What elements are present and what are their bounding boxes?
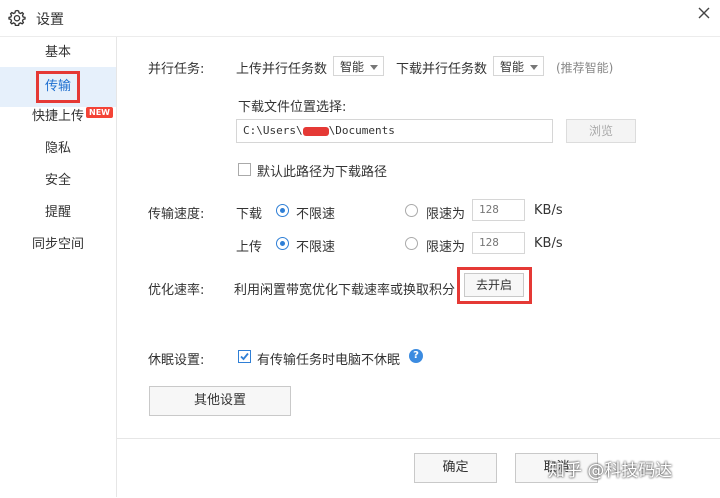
ok-button[interactable]: 确定 xyxy=(414,453,497,483)
download-path-input[interactable]: C:\Users\ \Documents xyxy=(236,119,553,143)
sidebar-item-label: 同步空间 xyxy=(31,237,84,252)
gear-icon xyxy=(8,9,26,27)
title-bar: 设置 xyxy=(0,0,720,37)
upload-unlimited-radio[interactable] xyxy=(276,237,289,250)
download-parallel-value: 智能 xyxy=(500,60,525,74)
download-unlimited-radio[interactable] xyxy=(276,204,289,217)
no-sleep-checkbox[interactable] xyxy=(238,350,251,363)
help-icon[interactable]: ? xyxy=(409,349,423,363)
close-icon[interactable] xyxy=(694,3,714,23)
download-unlimited-label: 不限速 xyxy=(296,207,336,222)
download-limit-input[interactable]: 128 xyxy=(472,199,525,221)
parallel-tasks-label: 并行任务: xyxy=(148,62,205,77)
sidebar-item-reminder[interactable]: 提醒 xyxy=(0,197,116,229)
default-path-checkbox[interactable] xyxy=(238,163,251,176)
watermark: 知乎 @科技码达 xyxy=(548,461,673,481)
sidebar-item-quick-upload[interactable]: 快捷上传 NEW xyxy=(0,101,116,133)
sidebar-item-label: 安全 xyxy=(44,173,71,188)
download-limit-label: 限速为 xyxy=(426,207,466,222)
sidebar-item-label: 基本 xyxy=(44,45,71,60)
sidebar-item-privacy[interactable]: 隐私 xyxy=(0,133,116,165)
upload-parallel-value: 智能 xyxy=(340,60,365,74)
optimize-description: 利用闲置带宽优化下载速率或换取积分 xyxy=(234,283,456,298)
new-badge: NEW xyxy=(86,107,113,118)
sidebar: 基本 传输 快捷上传 NEW 隐私 安全 提醒 同步空间 xyxy=(0,37,117,497)
path-suffix: \Documents xyxy=(328,124,395,137)
enable-optimize-button[interactable]: 去开启 xyxy=(464,273,524,297)
window-title: 设置 xyxy=(36,12,64,28)
upload-limit-label: 限速为 xyxy=(426,240,466,255)
download-parallel-select[interactable]: 智能 xyxy=(493,56,544,76)
parallel-hint: (推荐智能) xyxy=(556,61,614,75)
upload-parallel-select[interactable]: 智能 xyxy=(333,56,384,76)
sleep-settings-label: 休眠设置: xyxy=(148,353,205,368)
default-path-label: 默认此路径为下载路径 xyxy=(257,165,388,180)
sidebar-item-basic[interactable]: 基本 xyxy=(0,37,116,69)
upload-limit-input[interactable]: 128 xyxy=(472,232,525,254)
sidebar-item-label: 传输 xyxy=(35,71,80,103)
upload-limit-radio[interactable] xyxy=(405,237,418,250)
sidebar-item-label: 快捷上传 xyxy=(31,109,84,124)
other-settings-button[interactable]: 其他设置 xyxy=(149,386,291,416)
upload-speed-label: 上传 xyxy=(236,240,263,255)
chevron-down-icon xyxy=(530,65,538,70)
upload-unlimited-label: 不限速 xyxy=(296,240,336,255)
chevron-down-icon xyxy=(370,65,378,70)
no-sleep-label: 有传输任务时电脑不休眠 xyxy=(257,353,401,368)
upload-unit: KB/s xyxy=(534,236,563,251)
upload-parallel-label: 上传并行任务数 xyxy=(236,62,328,77)
download-location-label: 下载文件位置选择: xyxy=(238,100,347,115)
sidebar-item-sync-space[interactable]: 同步空间 xyxy=(0,229,116,261)
download-limit-radio[interactable] xyxy=(405,204,418,217)
download-speed-label: 下载 xyxy=(236,207,263,222)
browse-button[interactable]: 浏览 xyxy=(566,119,636,143)
sidebar-item-label: 隐私 xyxy=(44,141,71,156)
redacted-username xyxy=(302,126,329,136)
optimize-speed-label: 优化速率: xyxy=(148,283,205,298)
download-unit: KB/s xyxy=(534,203,563,218)
path-prefix: C:\Users\ xyxy=(243,124,303,137)
sidebar-item-label: 提醒 xyxy=(44,205,71,220)
download-parallel-label: 下载并行任务数 xyxy=(396,62,488,77)
sidebar-item-security[interactable]: 安全 xyxy=(0,165,116,197)
checkmark-icon xyxy=(240,352,249,361)
transfer-speed-label: 传输速度: xyxy=(148,207,205,222)
